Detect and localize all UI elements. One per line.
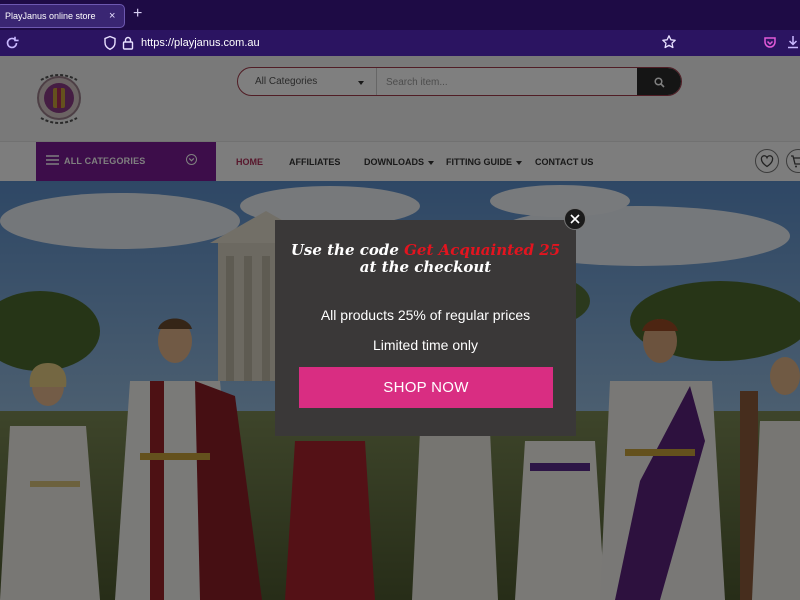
promo-code: Get Acquainted 25 xyxy=(404,241,561,259)
tab-title: PlayJanus online store xyxy=(5,11,96,21)
promo-headline: Use the code Get Acquainted 25 at the ch… xyxy=(275,242,576,276)
shop-now-button[interactable]: SHOP NOW xyxy=(299,367,553,408)
promo-limited-text: Limited time only xyxy=(372,337,479,353)
reload-icon[interactable] xyxy=(4,35,20,51)
close-tab-icon[interactable]: × xyxy=(109,9,115,23)
promo-modal: Use the code Get Acquainted 25 at the ch… xyxy=(275,220,576,436)
lock-icon[interactable] xyxy=(122,35,134,51)
promo-prefix: Use the code xyxy=(290,241,405,259)
close-modal-button[interactable] xyxy=(564,208,586,230)
url-text[interactable]: https://playjanus.com.au xyxy=(141,37,260,49)
tab-bar: PlayJanus online store × + xyxy=(0,0,800,30)
browser-window: PlayJanus online store × + https://playj… xyxy=(0,0,800,600)
url-bar: https://playjanus.com.au xyxy=(0,30,800,56)
close-icon xyxy=(570,214,580,224)
browser-tab[interactable]: PlayJanus online store × xyxy=(0,4,125,28)
bookmark-star-icon[interactable] xyxy=(661,34,677,50)
download-icon[interactable] xyxy=(786,34,800,50)
shield-icon[interactable] xyxy=(103,35,117,51)
promo-suffix: at the checkout xyxy=(359,258,492,276)
promo-discount-text: All products 25% of regular prices xyxy=(320,307,531,323)
new-tab-icon[interactable]: + xyxy=(133,6,142,22)
pocket-icon[interactable] xyxy=(763,35,777,51)
